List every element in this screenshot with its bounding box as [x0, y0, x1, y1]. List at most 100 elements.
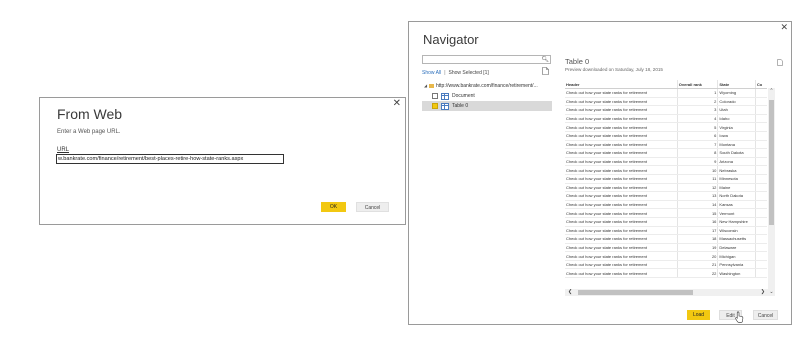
show-selected-link[interactable]: Show Selected [1] [449, 70, 489, 76]
extra-cell [754, 105, 767, 115]
table-row: Check out how your state ranks for retir… [565, 131, 767, 141]
table-icon [441, 92, 449, 100]
cancel-button[interactable]: Cancel [356, 202, 389, 212]
rank-cell: 10 [676, 165, 718, 175]
checkbox-table-0[interactable] [432, 103, 438, 109]
rank-cell: 13 [676, 191, 718, 201]
navigator-dialog: ✕ Navigator 🔍︎ Show All | Show Selected [1… [408, 21, 792, 325]
rank-cell: 15 [676, 208, 718, 218]
table-row: Check out how your state ranks for retir… [565, 200, 767, 210]
url-prompt: Enter a Web page URL. [57, 129, 121, 135]
preview-grid[interactable]: Header Overall rank State Co Check out how … [565, 80, 767, 302]
filter-separator: | [444, 70, 446, 76]
extra-cell [754, 226, 767, 236]
tree-item-table-0[interactable]: Table 0 [422, 101, 552, 111]
header-cell: Check out how your state ranks for retir… [565, 131, 678, 141]
rank-cell: 18 [676, 234, 718, 244]
header-cell: Check out how your state ranks for retir… [565, 148, 678, 158]
rank-cell: 11 [676, 174, 718, 184]
cancel-button[interactable]: Cancel [753, 310, 778, 320]
vertical-scroll-thumb[interactable] [769, 100, 774, 225]
header-cell: Check out how your state ranks for retir… [565, 251, 678, 261]
extra-cell [754, 200, 767, 210]
state-cell: Minnesota [717, 174, 756, 184]
state-cell: Kansas [717, 200, 756, 210]
tree-root[interactable]: ◢ http://www.bankrate.com/finance/retirem… [422, 81, 552, 91]
header-cell: Check out how your state ranks for retir… [565, 226, 678, 236]
tree-root-label: http://www.bankrate.com/finance/retireme… [436, 83, 538, 89]
rank-cell: 20 [676, 251, 718, 261]
header-cell: Check out how your state ranks for retir… [565, 217, 678, 227]
dialog-title: From Web [57, 106, 123, 122]
scroll-right-icon[interactable]: ❯ [761, 289, 765, 296]
rank-cell: 3 [676, 105, 718, 115]
close-icon[interactable]: ✕ [393, 99, 401, 109]
state-cell: Michigan [717, 251, 756, 261]
table-row: Check out how your state ranks for retir… [565, 114, 767, 124]
state-cell: Wisconsin [717, 226, 756, 236]
load-button[interactable]: Load [687, 310, 710, 320]
table-icon [441, 102, 449, 110]
header-cell: Check out how your state ranks for retir… [565, 234, 678, 244]
tree-item-document[interactable]: Document [422, 91, 552, 101]
header-cell: Check out how your state ranks for retir… [565, 157, 678, 167]
column-header[interactable]: Overall rank [676, 80, 718, 89]
header-cell: Check out how your state ranks for retir… [565, 191, 678, 201]
from-web-dialog: ✕ From Web Enter a Web page URL. URL w.b… [39, 97, 406, 225]
new-document-icon[interactable] [542, 67, 549, 75]
extra-cell [754, 234, 767, 244]
extra-cell [754, 174, 767, 184]
table-row: Check out how your state ranks for retir… [565, 174, 767, 184]
horizontal-scrollbar[interactable]: ❮ ❯ [565, 289, 768, 296]
state-cell: Wyoming [717, 88, 756, 98]
column-header[interactable]: Header [565, 80, 678, 89]
horizontal-scroll-thumb[interactable] [578, 290, 693, 295]
vertical-scrollbar[interactable]: ⌃ ⌄ [768, 88, 775, 296]
table-row: Check out how your state ranks for retir… [565, 97, 767, 107]
scroll-left-icon[interactable]: ❮ [568, 289, 572, 296]
table-row: Check out how your state ranks for retir… [565, 88, 767, 98]
table-row: Check out how your state ranks for retir… [565, 140, 767, 150]
table-row: Check out how your state ranks for retir… [565, 251, 767, 261]
rank-cell: 22 [676, 268, 718, 279]
search-icon[interactable]: 🔍︎ [541, 56, 549, 64]
state-cell: South Dakota [717, 148, 756, 158]
state-cell: North Dakota [717, 191, 756, 201]
table-row: Check out how your state ranks for retir… [565, 234, 767, 244]
table-row: Check out how your state ranks for retir… [565, 148, 767, 158]
close-icon[interactable]: ✕ [780, 23, 788, 32]
url-input[interactable]: w.bankrate.com/finance/retirement/best-p… [56, 154, 284, 164]
extra-cell [754, 243, 767, 253]
state-cell: Maine [717, 183, 756, 193]
rank-cell: 1 [676, 88, 718, 98]
checkbox-document[interactable] [432, 93, 438, 99]
header-cell: Check out how your state ranks for retir… [565, 268, 678, 279]
extra-cell [754, 148, 767, 158]
extra-cell [754, 251, 767, 261]
search-input[interactable]: 🔍︎ [422, 55, 551, 64]
preview-subtitle: Preview downloaded on Saturday, July 18,… [565, 67, 663, 72]
extra-cell [754, 122, 767, 132]
header-cell: Check out how your state ranks for retir… [565, 88, 678, 98]
scroll-down-icon[interactable]: ⌄ [768, 289, 775, 296]
header-cell: Check out how your state ranks for retir… [565, 174, 678, 184]
folder-icon [429, 84, 434, 88]
show-all-link[interactable]: Show All [422, 70, 441, 76]
table-body: Check out how your state ranks for retir… [565, 88, 767, 279]
table-row: Check out how your state ranks for retir… [565, 165, 767, 175]
ok-button[interactable]: OK [321, 202, 346, 212]
header-cell: Check out how your state ranks for retir… [565, 105, 678, 115]
column-header[interactable]: Co [754, 80, 767, 89]
extra-cell [754, 217, 767, 227]
document-icon[interactable] [777, 59, 783, 66]
table-header-row: Header Overall rank State Co [565, 80, 767, 89]
rank-cell: 8 [676, 148, 718, 158]
column-header[interactable]: State [717, 80, 756, 89]
table-row: Check out how your state ranks for retir… [565, 226, 767, 236]
state-cell: Vermont [717, 208, 756, 218]
state-cell: Montana [717, 140, 756, 150]
extra-cell [754, 97, 767, 107]
preview-title: Table 0 [565, 57, 590, 66]
scroll-up-icon[interactable]: ⌃ [768, 88, 775, 95]
extra-cell [754, 140, 767, 150]
